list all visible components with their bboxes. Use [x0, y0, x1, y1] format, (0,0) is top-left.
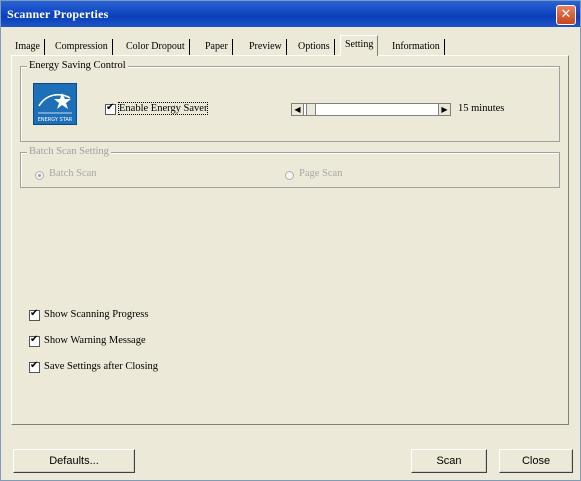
energy-star-logo: ENERGY STAR: [33, 83, 77, 125]
slider-right-button[interactable]: ▶: [438, 103, 451, 116]
batch-scan-label: Batch Scan: [49, 168, 97, 179]
enable-energy-saver-label[interactable]: Enable Energy Saver: [117, 102, 209, 115]
energy-saver-time-slider[interactable]: ◀ ▶: [291, 103, 451, 116]
tab-compression[interactable]: Compression: [51, 39, 113, 55]
save-settings-checkbox[interactable]: ✔: [29, 360, 40, 373]
show-warning-message-label[interactable]: Show Warning Message: [44, 335, 146, 346]
enable-energy-saver-checkbox[interactable]: ✔: [105, 102, 116, 115]
radio-selected-dot: [38, 174, 41, 177]
tab-color-dropout[interactable]: Color Dropout: [122, 39, 190, 55]
tab-preview[interactable]: Preview: [245, 39, 287, 55]
batch-scan-radio[interactable]: [35, 171, 44, 180]
scan-button[interactable]: Scan: [411, 449, 487, 473]
energy-saving-group: Energy Saving Control ENERGY STAR ✔ Enab…: [20, 60, 560, 142]
slider-thumb[interactable]: [306, 103, 316, 116]
energy-saver-time-value: 15 minutes: [458, 103, 505, 114]
batch-scan-group: Batch Scan Setting Batch Scan Page Scan: [20, 146, 560, 188]
batch-scan-legend: Batch Scan Setting: [27, 146, 111, 157]
close-icon: ✕: [560, 7, 572, 22]
tab-image[interactable]: Image: [11, 39, 45, 55]
slider-left-button[interactable]: ◀: [291, 103, 304, 116]
check-icon: ✔: [30, 334, 39, 345]
page-scan-radio[interactable]: [285, 171, 294, 180]
page-scan-label: Page Scan: [299, 168, 343, 179]
close-button[interactable]: Close: [499, 449, 573, 473]
tab-options[interactable]: Options: [294, 39, 335, 55]
check-icon: ✔: [30, 360, 39, 371]
title-bar: Scanner Properties ✕: [1, 1, 580, 27]
show-scanning-progress-checkbox[interactable]: ✔: [29, 308, 40, 321]
check-icon: ✔: [30, 308, 39, 319]
save-settings-label[interactable]: Save Settings after Closing: [44, 361, 158, 372]
tab-setting[interactable]: Setting: [340, 35, 379, 56]
setting-panel: Energy Saving Control ENERGY STAR ✔ Enab…: [11, 55, 569, 425]
energy-saving-legend: Energy Saving Control: [27, 60, 128, 71]
window-title: Scanner Properties: [7, 7, 109, 21]
arrow-right-icon: ▶: [441, 105, 448, 114]
show-warning-message-checkbox[interactable]: ✔: [29, 334, 40, 347]
defaults-button[interactable]: Defaults...: [13, 449, 135, 473]
tab-information[interactable]: Information: [388, 39, 445, 55]
show-scanning-progress-label[interactable]: Show Scanning Progress: [44, 309, 148, 320]
arrow-left-icon: ◀: [294, 105, 301, 114]
scanner-properties-window: Scanner Properties ✕ Image Compression C…: [0, 0, 581, 481]
energy-star-logo-text: ENERGY STAR: [37, 117, 73, 123]
close-window-button[interactable]: ✕: [556, 5, 576, 25]
tab-paper[interactable]: Paper: [201, 39, 233, 55]
check-icon: ✔: [106, 102, 115, 113]
